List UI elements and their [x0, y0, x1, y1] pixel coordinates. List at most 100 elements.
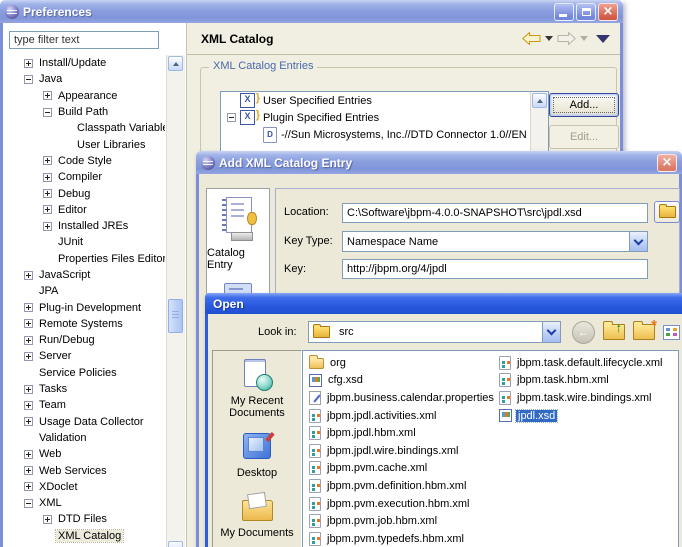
- tree-toggle-minus-icon[interactable]: [24, 499, 33, 508]
- catalog-entry-plugin-specified-entries[interactable]: XPlugin Specified Entries: [221, 109, 548, 126]
- file-item-jbpm-business-calendar-properties[interactable]: jbpm.business.calendar.properties: [309, 389, 496, 407]
- close-button[interactable]: ×: [598, 3, 618, 21]
- tree-toggle-plus-icon[interactable]: [24, 271, 33, 280]
- tree-item-classpath-variables[interactable]: Classpath Variables: [5, 120, 165, 136]
- tree-item-remote-systems[interactable]: Remote Systems: [5, 316, 165, 332]
- file-item-jbpm-jpdl-activities-xml[interactable]: jbpm.jpdl.activities.xml: [309, 407, 496, 425]
- tree-item-editor[interactable]: Editor: [5, 202, 165, 218]
- file-item-jbpm-jpdl-wire-bindings-xml[interactable]: jbpm.jpdl.wire.bindings.xml: [309, 442, 496, 460]
- file-item-jbpm-pvm-definition-hbm-xml[interactable]: jbpm.pvm.definition.hbm.xml: [309, 477, 496, 495]
- catalog-entry-icon[interactable]: [218, 197, 258, 243]
- tree-toggle-plus-icon[interactable]: [24, 319, 33, 328]
- open-dialog-titlebar[interactable]: Open: [205, 293, 682, 314]
- forward-icon[interactable]: [557, 32, 576, 45]
- tree-item-xml-catalog[interactable]: XML Catalog: [5, 528, 165, 544]
- tree-toggle-plus-icon[interactable]: [43, 222, 52, 231]
- filter-input[interactable]: [9, 31, 159, 49]
- scroll-down-button[interactable]: [168, 541, 183, 547]
- tree-item-validation[interactable]: Validation: [5, 430, 165, 446]
- close-button[interactable]: ×: [657, 154, 677, 172]
- tree-item-run-debug[interactable]: Run/Debug: [5, 332, 165, 348]
- tree-toggle-plus-icon[interactable]: [43, 189, 52, 198]
- new-folder-icon[interactable]: *: [633, 324, 655, 340]
- add-button[interactable]: Add...: [549, 93, 619, 117]
- browse-file-button[interactable]: [654, 201, 680, 223]
- location-input[interactable]: [342, 203, 648, 223]
- key-type-select[interactable]: Namespace Name: [342, 231, 648, 252]
- file-item-jbpm-jpdl-hbm-xml[interactable]: jbpm.jpdl.hbm.xml: [309, 424, 496, 442]
- tree-toggle-plus-icon[interactable]: [24, 385, 33, 394]
- preferences-titlebar[interactable]: Preferences ×: [0, 0, 623, 23]
- place-my-documents[interactable]: My Documents: [215, 491, 299, 539]
- scroll-up-button[interactable]: [168, 56, 183, 71]
- tree-item-compiler[interactable]: Compiler: [5, 169, 165, 185]
- tree-toggle-plus-icon[interactable]: [24, 352, 33, 361]
- tree-item-install-update[interactable]: Install/Update: [5, 55, 165, 71]
- tree-toggle-minus-icon[interactable]: [227, 113, 236, 122]
- file-item-jbpm-task-default-lifecycle-xml[interactable]: jbpm.task.default.lifecycle.xml: [499, 354, 665, 372]
- tree-item-xdoclet[interactable]: XDoclet: [5, 479, 165, 495]
- tree-toggle-plus-icon[interactable]: [43, 91, 52, 100]
- tree-toggle-plus-icon[interactable]: [24, 466, 33, 475]
- tree-item-tasks[interactable]: Tasks: [5, 381, 165, 397]
- file-item-jbpm-task-wire-bindings-xml[interactable]: jbpm.task.wire.bindings.xml: [499, 389, 665, 407]
- tree-item-user-libraries[interactable]: User Libraries: [5, 136, 165, 152]
- tree-item-junit[interactable]: JUnit: [5, 234, 165, 250]
- tree-item-web[interactable]: Web: [5, 446, 165, 462]
- tree-toggle-plus-icon[interactable]: [24, 482, 33, 491]
- dropdown-button[interactable]: [542, 322, 560, 342]
- tree-toggle-plus-icon[interactable]: [43, 173, 52, 182]
- back-icon[interactable]: [522, 32, 541, 45]
- tree-item-code-style[interactable]: Code Style: [5, 153, 165, 169]
- tree-item-server[interactable]: Server: [5, 348, 165, 364]
- tree-toggle-plus-icon[interactable]: [24, 401, 33, 410]
- forward-menu-icon[interactable]: [580, 36, 588, 41]
- file-item-org[interactable]: org: [309, 354, 496, 372]
- tree-item-installed-jres[interactable]: Installed JREs: [5, 218, 165, 234]
- tree-toggle-plus-icon[interactable]: [24, 303, 33, 312]
- edit-button[interactable]: Edit...: [549, 125, 619, 149]
- tree-toggle-plus-icon[interactable]: [43, 156, 52, 165]
- tree-toggle-minus-icon[interactable]: [43, 108, 52, 117]
- tree-item-team[interactable]: Team: [5, 397, 165, 413]
- key-input[interactable]: [342, 259, 648, 279]
- tree-item-usage-data-collector[interactable]: Usage Data Collector: [5, 414, 165, 430]
- tree-item-plug-in-development[interactable]: Plug-in Development: [5, 299, 165, 315]
- tree-item-xml[interactable]: XML: [5, 495, 165, 511]
- tree-toggle-plus-icon[interactable]: [43, 515, 52, 524]
- file-list[interactable]: orgcfg.xsdjbpm.business.calendar.propert…: [302, 350, 679, 547]
- file-item-jbpm-pvm-typedefs-hbm-xml[interactable]: jbpm.pvm.typedefs.hbm.xml: [309, 530, 496, 547]
- file-item-cfg-xsd[interactable]: cfg.xsd: [309, 372, 496, 390]
- file-item-jbpm-pvm-cache-xml[interactable]: jbpm.pvm.cache.xml: [309, 460, 496, 478]
- tree-toggle-minus-icon[interactable]: [24, 75, 33, 84]
- tree-toggle-plus-icon[interactable]: [24, 417, 33, 426]
- minimize-button[interactable]: [554, 3, 574, 21]
- tree-item-web-services[interactable]: Web Services: [5, 462, 165, 478]
- view-menu-icon[interactable]: [663, 325, 682, 340]
- back-menu-icon[interactable]: [545, 36, 553, 41]
- tree-item-properties-files-editor[interactable]: Properties Files Editor: [5, 251, 165, 267]
- tree-item-build-path[interactable]: Build Path: [5, 104, 165, 120]
- dropdown-button[interactable]: [629, 232, 647, 251]
- place-desktop[interactable]: Desktop: [215, 431, 299, 479]
- file-item-jpdl-xsd[interactable]: jpdl.xsd: [499, 407, 665, 425]
- file-item-jbpm-pvm-execution-hbm-xml[interactable]: jbpm.pvm.execution.hbm.xml: [309, 495, 496, 513]
- tree-item-java[interactable]: Java: [5, 71, 165, 87]
- place-my-recent-documents[interactable]: My Recent Documents: [215, 359, 299, 419]
- tree-scrollbar[interactable]: [166, 55, 185, 547]
- up-one-level-icon[interactable]: ↑: [603, 324, 625, 340]
- tree-item-javascript[interactable]: JavaScript: [5, 267, 165, 283]
- file-item-jbpm-pvm-job-hbm-xml[interactable]: jbpm.pvm.job.hbm.xml: [309, 512, 496, 530]
- add-dialog-titlebar[interactable]: Add XML Catalog Entry ×: [196, 151, 682, 174]
- look-in-select[interactable]: src: [308, 321, 561, 343]
- sidebar-item-catalog-entry[interactable]: Catalog Entry: [207, 247, 269, 271]
- tree-item-jpa[interactable]: JPA: [5, 283, 165, 299]
- back-icon[interactable]: ←: [572, 321, 595, 344]
- tree-item-dtd-files[interactable]: DTD Files: [5, 511, 165, 527]
- tree-item-appearance[interactable]: Appearance: [5, 88, 165, 104]
- catalog-entry-user-specified-entries[interactable]: XUser Specified Entries: [221, 92, 548, 109]
- file-item-jbpm-task-hbm-xml[interactable]: jbpm.task.hbm.xml: [499, 372, 665, 390]
- maximize-button[interactable]: [576, 3, 596, 21]
- entries-scroll-up-button[interactable]: [532, 93, 547, 108]
- tree-item-service-policies[interactable]: Service Policies: [5, 365, 165, 381]
